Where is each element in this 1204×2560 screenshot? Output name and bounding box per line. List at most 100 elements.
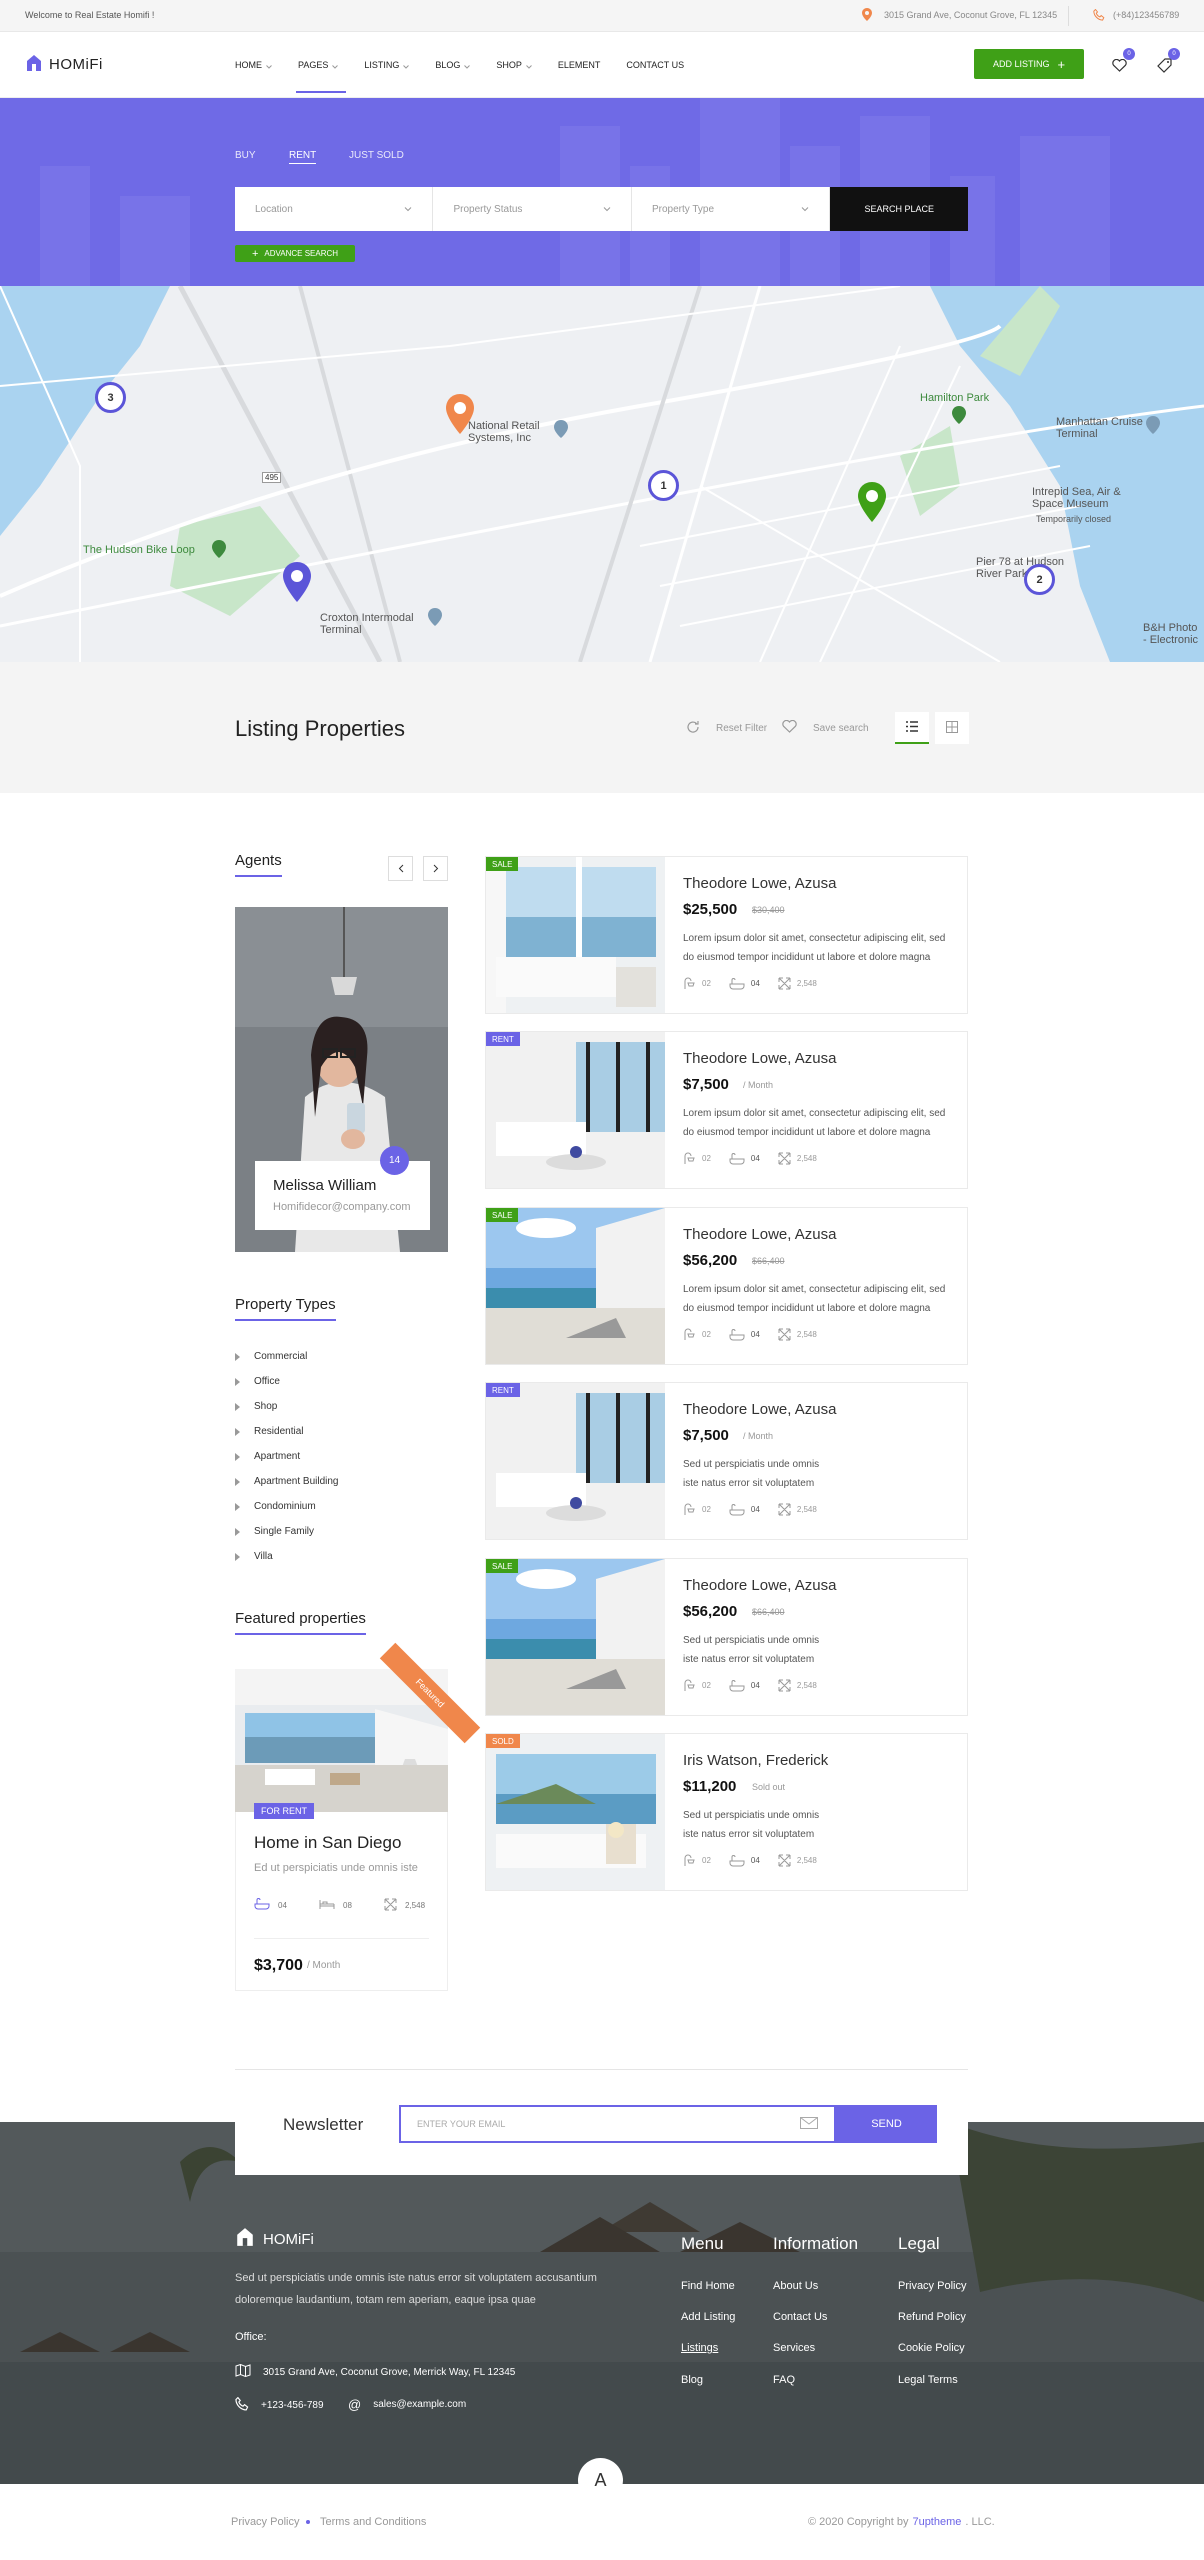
- property-image[interactable]: [486, 1734, 665, 1890]
- agent-name[interactable]: Melissa William: [273, 1177, 412, 1194]
- logo[interactable]: HOMiFi: [25, 54, 103, 75]
- property-card[interactable]: SOLD Iris Watson, Frederick $11,200 Sold ou…: [485, 1733, 968, 1891]
- bottom-privacy-link[interactable]: Privacy Policy: [231, 2516, 299, 2528]
- nav-shop[interactable]: SHOP: [496, 60, 532, 70]
- select-placeholder: Property Status: [453, 203, 523, 215]
- map-cluster[interactable]: 2: [1024, 564, 1055, 595]
- property-baths: 02: [683, 1328, 711, 1341]
- welcome-text: Welcome to Real Estate Homifi !: [25, 10, 155, 20]
- property-title[interactable]: Theodore Lowe, Azusa: [683, 1226, 836, 1243]
- property-type-item[interactable]: Apartment Building: [235, 1476, 339, 1487]
- chevron-down-icon: [603, 204, 611, 215]
- footer-link-refund[interactable]: Refund Policy: [898, 2311, 966, 2323]
- nav-blog[interactable]: BLOG: [435, 60, 471, 70]
- property-price: $7,500: [683, 1427, 729, 1444]
- footer-logo-text: HOMiFi: [263, 2230, 314, 2248]
- grid-view-button[interactable]: [935, 712, 969, 744]
- property-type-item[interactable]: Commercial: [235, 1351, 307, 1362]
- nav-home[interactable]: HOME: [235, 60, 272, 70]
- footer-email[interactable]: @ sales@example.com: [348, 2397, 466, 2412]
- map-cluster[interactable]: 1: [648, 470, 679, 501]
- tab-just-sold[interactable]: JUST SOLD: [349, 150, 404, 161]
- footer-link-contact[interactable]: Contact Us: [773, 2311, 827, 2323]
- footer-address: 3015 Grand Ave, Coconut Grove, Merrick W…: [235, 2363, 515, 2380]
- property-type-item[interactable]: Condominium: [235, 1501, 316, 1512]
- footer-link-faq[interactable]: FAQ: [773, 2374, 795, 2386]
- map-marker-icon[interactable]: [282, 562, 312, 605]
- property-title[interactable]: Iris Watson, Frederick: [683, 1752, 828, 1769]
- featured-title[interactable]: Home in San Diego: [254, 1833, 401, 1853]
- favorites-button[interactable]: 0: [1107, 48, 1135, 78]
- beds-value: 04: [750, 1856, 760, 1865]
- tab-buy[interactable]: BUY: [235, 150, 256, 161]
- brand-link[interactable]: 7uptheme: [912, 2516, 961, 2528]
- scroll-to-top-button[interactable]: A: [578, 2458, 623, 2503]
- next-agent-button[interactable]: [423, 856, 448, 881]
- house-logo-icon: [25, 54, 43, 75]
- footer-logo[interactable]: HOMiFi: [235, 2227, 314, 2251]
- list-view-button[interactable]: [895, 712, 929, 744]
- property-type-item[interactable]: Apartment: [235, 1451, 300, 1462]
- tab-rent[interactable]: RENT: [289, 150, 317, 164]
- reset-filter-button[interactable]: Reset Filter: [686, 720, 767, 737]
- newsletter-send-button[interactable]: SEND: [836, 2105, 937, 2143]
- footer-link-cookie[interactable]: Cookie Policy: [898, 2342, 965, 2354]
- property-card[interactable]: RENT Theodore Lowe, Azusa $7,500 / Month Lor…: [485, 1031, 968, 1189]
- property-image[interactable]: [486, 1032, 665, 1188]
- search-place-button[interactable]: SEARCH PLACE: [830, 187, 968, 231]
- footer-link-find-home[interactable]: Find Home: [681, 2280, 735, 2292]
- area-value: 2,548: [405, 1901, 426, 1910]
- property-card[interactable]: SALE Theodore Lowe, Azusa $56,200 $66,400 Lo…: [485, 1207, 968, 1365]
- footer-link-about[interactable]: About Us: [773, 2280, 818, 2292]
- map-cluster[interactable]: 3: [95, 382, 126, 413]
- newsletter-email-input[interactable]: ENTER YOUR EMAIL: [399, 2105, 836, 2143]
- footer-link-privacy[interactable]: Privacy Policy: [898, 2280, 966, 2292]
- property-type-item[interactable]: Shop: [235, 1401, 277, 1412]
- nav-contact[interactable]: CONTACT US: [626, 60, 684, 70]
- property-card[interactable]: SALE Theodore Lowe, Azusa $56,200 $66,400 Se…: [485, 1558, 968, 1716]
- property-image[interactable]: [486, 1208, 665, 1364]
- property-type-item[interactable]: Residential: [235, 1426, 303, 1437]
- footer-link-add-listing[interactable]: Add Listing: [681, 2311, 735, 2323]
- compare-button[interactable]: 0: [1152, 48, 1180, 78]
- nav-pages[interactable]: PAGES: [295, 60, 347, 93]
- prev-agent-button[interactable]: [388, 856, 413, 881]
- property-beds: 04: [729, 1152, 760, 1165]
- property-type-item[interactable]: Villa: [235, 1551, 273, 1562]
- footer-link-legal-terms[interactable]: Legal Terms: [898, 2374, 958, 2386]
- top-bar: Welcome to Real Estate Homifi ! 3015 Gra…: [0, 0, 1204, 32]
- advance-search-button[interactable]: + ADVANCE SEARCH: [235, 245, 355, 262]
- map[interactable]: National Retail Systems, Inc Hamilton Pa…: [0, 286, 1204, 662]
- property-card[interactable]: SALE Theodore Lowe, Azusa $25,500 $30,400 Lo…: [485, 856, 968, 1014]
- map-marker-icon[interactable]: [445, 394, 475, 437]
- property-image[interactable]: [486, 857, 665, 1013]
- property-title[interactable]: Theodore Lowe, Azusa: [683, 875, 836, 892]
- property-image[interactable]: [486, 1383, 665, 1539]
- location-select[interactable]: Location: [235, 187, 434, 231]
- property-type-item[interactable]: Office: [235, 1376, 280, 1387]
- envelope-icon: [800, 2117, 818, 2131]
- status-badge: SALE: [486, 1559, 519, 1573]
- road-shield: 495: [262, 472, 282, 483]
- map-marker-icon[interactable]: [857, 482, 887, 525]
- footer-link-blog[interactable]: Blog: [681, 2374, 703, 2386]
- beds-value: 04: [750, 1330, 760, 1339]
- footer-link-listings[interactable]: Listings: [681, 2342, 718, 2354]
- add-listing-button[interactable]: ADD LISTING +: [974, 49, 1084, 79]
- status-select[interactable]: Property Status: [433, 187, 632, 231]
- nav-element[interactable]: ELEMENT: [558, 60, 601, 70]
- agent-email[interactable]: Homifidecor@company.com: [273, 1201, 412, 1213]
- property-type-item[interactable]: Single Family: [235, 1526, 314, 1537]
- property-title[interactable]: Theodore Lowe, Azusa: [683, 1050, 836, 1067]
- footer-link-services[interactable]: Services: [773, 2342, 815, 2354]
- bottom-terms-link[interactable]: Terms and Conditions: [320, 2516, 426, 2528]
- property-card[interactable]: RENT Theodore Lowe, Azusa $7,500 / Month Sed…: [485, 1382, 968, 1540]
- property-title[interactable]: Theodore Lowe, Azusa: [683, 1577, 836, 1594]
- map-label: Hamilton Park: [920, 392, 990, 404]
- chevron-left-icon: [398, 861, 404, 876]
- property-title[interactable]: Theodore Lowe, Azusa: [683, 1401, 836, 1418]
- nav-listing[interactable]: LISTING: [364, 60, 410, 70]
- property-image[interactable]: [486, 1559, 665, 1715]
- save-search-button[interactable]: Save search: [782, 719, 869, 736]
- type-select[interactable]: Property Type: [632, 187, 831, 231]
